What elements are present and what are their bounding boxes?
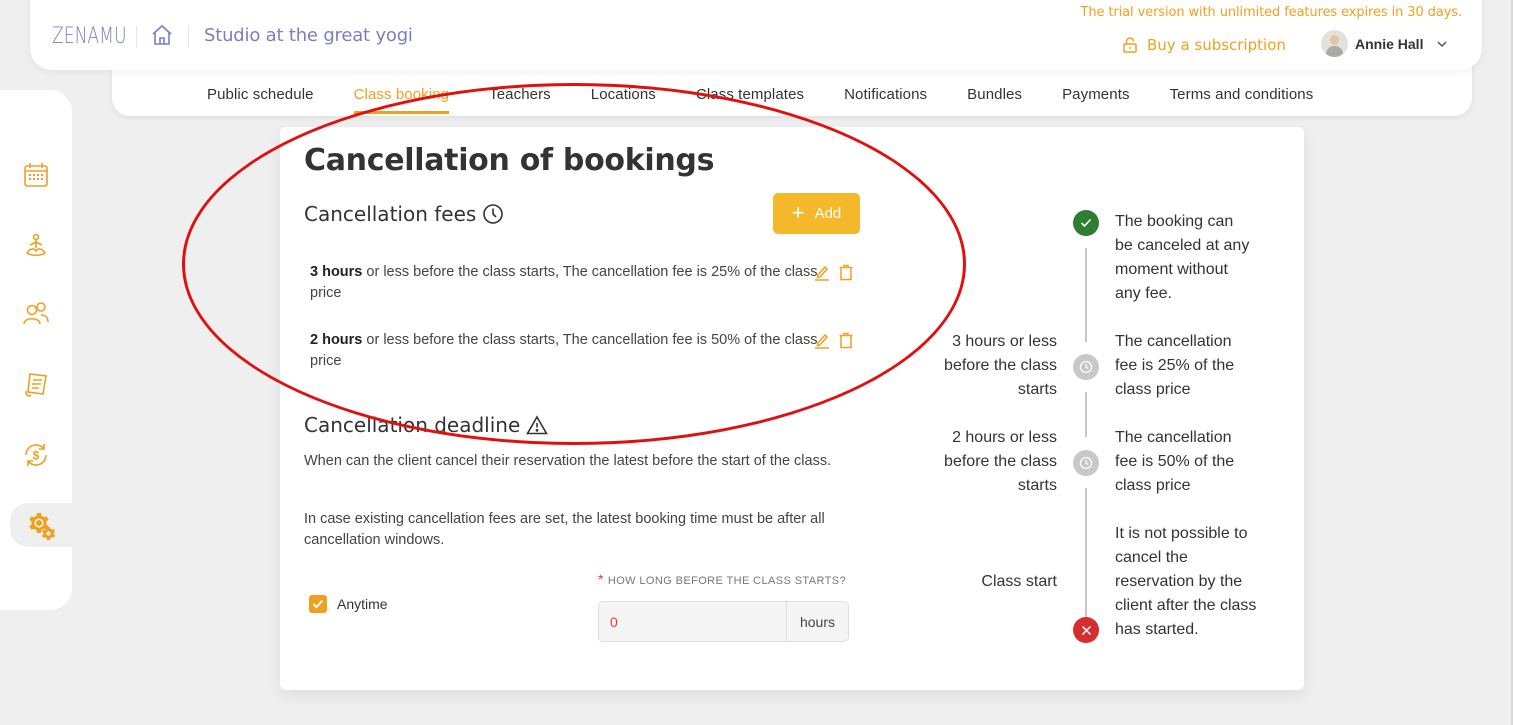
fee-text: or less before the class starts, The can… [310, 264, 818, 301]
sidebar-item-classes[interactable] [0, 224, 72, 268]
money-cycle-icon: $ [25, 444, 47, 466]
home-icon[interactable] [150, 23, 174, 47]
checkbox-checked[interactable] [309, 595, 327, 613]
buy-subscription-link[interactable]: Buy a subscription [1123, 36, 1286, 54]
tab-teachers[interactable]: Teachers [489, 86, 551, 113]
cancellation-card: Cancellation of bookings Cancellation fe… [280, 127, 1304, 690]
warning-icon[interactable] [526, 415, 549, 435]
timeline-step-time: 3 hours or less before the class starts [944, 333, 1057, 398]
fee-actions [814, 264, 854, 281]
check-icon [1080, 218, 1092, 228]
fee-actions [814, 332, 854, 349]
timeline-step-time: Class start [981, 573, 1057, 590]
timeline-ok-dot [1073, 210, 1099, 236]
fee-item: 3 hours or less before the class starts,… [310, 262, 830, 304]
calendar-icon [24, 163, 48, 187]
sidebar-item-clients[interactable] [0, 292, 72, 336]
deadline-fees-note: In case existing cancellation fees are s… [304, 511, 825, 548]
divider [136, 26, 137, 48]
close-icon [1081, 625, 1091, 635]
buy-subscription-label: Buy a subscription [1147, 36, 1286, 54]
sidebar-item-reports[interactable] [0, 363, 72, 407]
fee-text: or less before the class starts, The can… [310, 332, 818, 369]
cancellation-fees-heading: Cancellation fees [304, 202, 504, 226]
clock-icon [1079, 456, 1093, 470]
tab-terms-and-conditions[interactable]: Terms and conditions [1170, 86, 1314, 113]
tab-bundles[interactable]: Bundles [967, 86, 1022, 113]
timeline-connector [1085, 392, 1087, 437]
timeline-step-text: The booking can be canceled at any momen… [1115, 213, 1250, 302]
timeline-step-text: It is not possible to cancel the reserva… [1115, 525, 1257, 638]
top-header: ZENAMU Studio at the great yogi The tria… [30, 0, 1482, 70]
svg-text:$: $ [33, 449, 40, 463]
tab-class-booking[interactable]: Class booking [353, 86, 450, 114]
timeline-fee-dot [1073, 354, 1099, 380]
trial-notice: The trial version with unlimited feature… [1080, 5, 1463, 20]
hours-unit: hours [786, 602, 848, 641]
deadline-description: When can the client cancel their reserva… [304, 453, 832, 469]
page-title: Cancellation of bookings [304, 143, 715, 178]
tab-class-templates[interactable]: Class templates [696, 86, 804, 113]
sidebar-item-schedule[interactable] [0, 153, 72, 197]
anytime-label: Anytime [337, 596, 388, 612]
divider [188, 26, 189, 48]
fee-item: 2 hours or less before the class starts,… [310, 330, 830, 372]
trash-icon[interactable] [838, 264, 854, 281]
hours-input-group: hours [598, 601, 849, 642]
studio-name[interactable]: Studio at the great yogi [204, 25, 413, 46]
chevron-down-icon [1437, 40, 1447, 47]
avatar [1321, 30, 1348, 57]
edit-icon[interactable] [814, 332, 830, 349]
user-name: Annie Hall [1355, 35, 1424, 52]
hours-input[interactable] [599, 602, 786, 641]
fee-hours: 3 hours [310, 264, 363, 280]
user-menu[interactable]: Annie Hall [1321, 30, 1448, 57]
edit-icon[interactable] [814, 264, 830, 281]
tab-locations[interactable]: Locations [591, 86, 656, 113]
brand-logo[interactable]: ZENAMU [52, 24, 127, 49]
users-icon [23, 302, 49, 325]
tab-notifications[interactable]: Notifications [844, 86, 927, 113]
cancellation-deadline-heading: Cancellation deadline [304, 413, 549, 437]
timeline-step-text: The cancellation fee is 50% of the class… [1115, 429, 1235, 494]
anytime-checkbox[interactable]: Anytime [309, 595, 388, 613]
timeline-connector [1085, 248, 1087, 342]
timeline-step-time: 2 hours or less before the class starts [944, 429, 1057, 494]
check-icon [312, 599, 324, 609]
settings-tabs: Public schedule Class booking Teachers L… [207, 86, 1353, 114]
yoga-icon [25, 233, 47, 257]
timeline-fee-dot [1073, 450, 1099, 476]
unlock-icon [1123, 37, 1137, 53]
sidebar-item-payments[interactable]: $ [0, 433, 72, 477]
sidebar: $ [0, 90, 72, 610]
cancellation-deadline-title: Cancellation deadline [304, 413, 521, 437]
tab-public-schedule[interactable]: Public schedule [207, 86, 314, 113]
clock-icon[interactable] [482, 203, 504, 225]
clock-icon [1079, 360, 1093, 374]
timeline-connector [1085, 488, 1087, 618]
tab-payments[interactable]: Payments [1062, 86, 1130, 113]
timeline-blocked-dot [1073, 617, 1099, 643]
add-fee-button[interactable]: + Add [773, 193, 860, 234]
hours-field-label: * HOW LONG BEFORE THE CLASS STARTS? [598, 571, 846, 591]
required-marker: * [598, 571, 604, 587]
hours-field-label-text: HOW LONG BEFORE THE CLASS STARTS? [607, 575, 846, 587]
cancellation-fees-title: Cancellation fees [304, 202, 477, 226]
settings-gears-icon [29, 513, 55, 540]
fee-hours: 2 hours [310, 332, 363, 348]
add-fee-label: Add [814, 205, 842, 222]
sidebar-item-settings[interactable] [10, 503, 72, 547]
trash-icon[interactable] [838, 332, 854, 349]
receipt-icon [25, 373, 47, 397]
timeline-step-text: The cancellation fee is 25% of the class… [1115, 333, 1235, 398]
plus-icon: + [791, 199, 805, 225]
